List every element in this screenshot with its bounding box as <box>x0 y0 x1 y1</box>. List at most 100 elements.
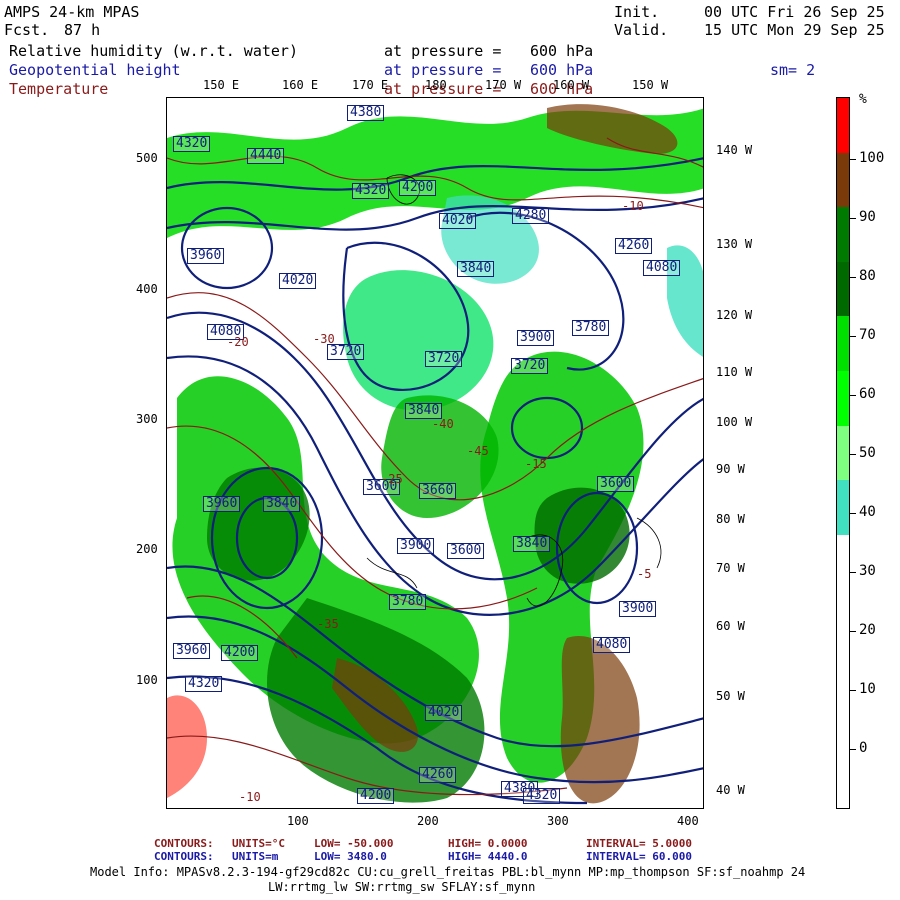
x-tick: 400 <box>677 814 699 828</box>
valid-label: Valid. <box>614 21 669 39</box>
field-rh-pressure: 600 hPa <box>530 42 594 60</box>
temp-contours-label: CONTOURS: <box>154 837 214 850</box>
temp-contours-interval: INTERVAL= 5.0000 <box>586 837 692 850</box>
height-contour-label: 4080 <box>593 637 631 653</box>
height-contours-interval: INTERVAL= 60.000 <box>586 850 692 863</box>
colorbar-tick <box>850 395 856 396</box>
height-contours-low: LOW= 3480.0 <box>314 850 387 863</box>
height-contours-label: CONTOURS: <box>154 850 214 863</box>
colorbar-label: 90 <box>859 209 876 225</box>
top-lon-label: 150 W <box>632 78 669 92</box>
colorbar-segment <box>837 425 849 481</box>
right-lon-label: 100 W <box>716 415 753 429</box>
colorbar <box>836 97 850 809</box>
colorbar-segment <box>837 480 849 536</box>
temperature-contour-label: -10 <box>239 790 261 804</box>
height-contour-label: 3600 <box>447 543 485 559</box>
colorbar-segment <box>837 261 849 317</box>
height-contour-label: 4320 <box>523 788 561 804</box>
colorbar-tick <box>850 631 856 632</box>
field-temp-name: Temperature <box>9 80 109 98</box>
colorbar-label: 80 <box>859 268 876 284</box>
colorbar-tick <box>850 336 856 337</box>
height-contour-label: 3780 <box>572 320 610 336</box>
temperature-contour-label: -10 <box>622 199 644 213</box>
x-tick: 100 <box>287 814 309 828</box>
colorbar-segment <box>837 644 849 700</box>
height-contour-label: 4260 <box>615 238 653 254</box>
colorbar-segment <box>837 316 849 372</box>
field-rh-pressure-label: at pressure = <box>384 42 502 60</box>
colorbar-label: 0 <box>859 740 868 756</box>
x-tick: 200 <box>417 814 439 828</box>
valid-time: 15 UTC Mon 29 Sep 25 <box>704 21 885 39</box>
height-contour-label: 3900 <box>619 601 657 617</box>
colorbar-segment <box>837 98 849 154</box>
height-contour-label: 4020 <box>279 273 317 289</box>
y-tick: 400 <box>136 282 158 296</box>
height-contour-label: 3720 <box>511 358 549 374</box>
right-lon-label: 140 W <box>716 143 753 157</box>
height-contour-label: 3780 <box>389 594 427 610</box>
colorbar-tick <box>850 690 856 691</box>
height-contour-label: 3600 <box>597 476 635 492</box>
height-contour-label: 4200 <box>221 645 259 661</box>
colorbar-tick <box>850 218 856 219</box>
colorbar-label: 40 <box>859 504 876 520</box>
height-contour-label: 4320 <box>173 136 211 152</box>
height-contour-label: 3840 <box>457 261 495 277</box>
temperature-contour-label: -35 <box>317 617 339 631</box>
height-contour-label: 3960 <box>203 496 241 512</box>
temperature-contour-label: -20 <box>227 335 249 349</box>
height-contour-label: 4020 <box>425 705 463 721</box>
top-lon-label: 160 E <box>282 78 319 92</box>
colorbar-label: 50 <box>859 445 876 461</box>
right-lon-label: 70 W <box>716 561 745 575</box>
smoothing-label: sm= 2 <box>770 61 816 79</box>
height-contour-label: 4020 <box>439 213 477 229</box>
right-lon-label: 110 W <box>716 365 753 379</box>
colorbar-tick <box>850 749 856 750</box>
colorbar-label: 30 <box>859 563 876 579</box>
model-title: AMPS 24-km MPAS <box>4 3 140 21</box>
colorbar-segment <box>837 589 849 645</box>
colorbar-label: 100 <box>859 150 885 166</box>
right-lon-label: 60 W <box>716 619 745 633</box>
height-contour-label: 3840 <box>513 536 551 552</box>
height-contour-label: 4200 <box>357 788 395 804</box>
y-tick: 100 <box>136 673 158 687</box>
height-contour-label: 3840 <box>263 496 301 512</box>
temperature-contour-label: -15 <box>525 457 547 471</box>
colorbar-label: 20 <box>859 622 876 638</box>
right-lon-label: 120 W <box>716 308 753 322</box>
colorbar-segment <box>837 371 849 427</box>
temperature-contour-label: -25 <box>381 472 403 486</box>
height-contour-label: 4320 <box>185 676 223 692</box>
height-contour-label: 4200 <box>399 180 437 196</box>
colorbar-segment <box>837 534 849 591</box>
right-lon-label: 130 W <box>716 237 753 251</box>
init-time: 00 UTC Fri 26 Sep 25 <box>704 3 885 21</box>
colorbar-tick <box>850 277 856 278</box>
model-info-line-1: Model Info: MPASv8.2.3-194-gf29cd82c CU:… <box>90 865 806 879</box>
colorbar-segment <box>837 207 849 263</box>
temperature-contour-label: -30 <box>313 332 335 346</box>
temperature-contour-label: -45 <box>467 444 489 458</box>
height-contours-high: HIGH= 4440.0 <box>448 850 528 863</box>
height-contour-label: 3900 <box>397 538 435 554</box>
colorbar-unit: % <box>859 92 867 107</box>
forecast-hours: 87 h <box>64 21 101 39</box>
colorbar-label: 70 <box>859 327 876 343</box>
temp-contours-high: HIGH= 0.0000 <box>448 837 528 850</box>
right-lon-label: 50 W <box>716 689 745 703</box>
right-lon-label: 80 W <box>716 512 745 526</box>
colorbar-segment <box>837 698 849 754</box>
height-contour-label: 4440 <box>247 148 285 164</box>
top-lon-label: 170 W <box>485 78 522 92</box>
colorbar-tick <box>850 513 856 514</box>
colorbar-segment <box>837 753 849 809</box>
temp-contours-low: LOW= -50.000 <box>314 837 394 850</box>
field-height-pressure: 600 hPa <box>530 61 594 79</box>
height-contour-label: 4280 <box>512 208 550 224</box>
top-lon-label: 160 W <box>553 78 590 92</box>
